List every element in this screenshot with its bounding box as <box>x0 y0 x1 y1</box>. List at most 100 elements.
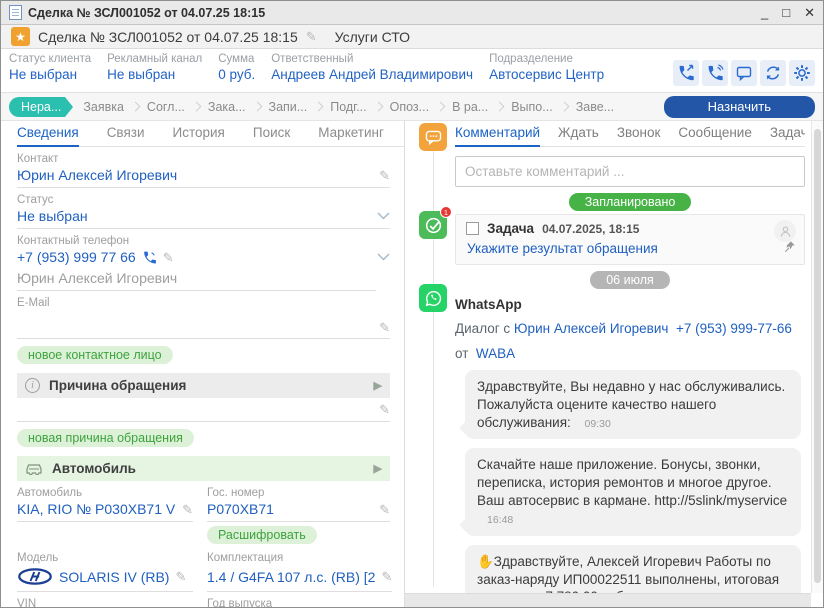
contact-field: Контакт Юрин Алексей Игоревич ✎ <box>17 153 390 188</box>
edit-car-icon[interactable]: ✎ <box>182 503 193 516</box>
task-datetime: 04.07.2025, 18:15 <box>542 222 639 236</box>
dial-phone-icon[interactable] <box>142 250 157 265</box>
amount-value[interactable]: 0 руб. <box>218 67 255 82</box>
info-icon: i <box>25 378 40 393</box>
dialog-phone-link[interactable]: +7 (953) 999-77-66 <box>676 321 792 336</box>
reason-value-row[interactable]: ✎ <box>17 398 390 422</box>
horizontal-scrollbar[interactable] <box>405 593 811 607</box>
dialog-contact-link[interactable]: Юрин Алексей Игоревич <box>514 321 669 336</box>
department-value[interactable]: Автосервис Центр <box>489 67 604 82</box>
stage-item[interactable]: Заве... <box>570 100 620 114</box>
responsible-value[interactable]: Андреев Андрей Владимирович <box>271 67 473 82</box>
close-button[interactable]: ✕ <box>804 6 815 19</box>
stage-item[interactable]: Согл... <box>141 100 191 114</box>
year-field: Год выпуска 2015 ✎ <box>207 598 390 607</box>
maximize-button[interactable]: □ <box>782 6 790 19</box>
new-contact-action[interactable]: новое контактное лицо <box>17 346 173 364</box>
call-forward-button[interactable] <box>673 60 699 86</box>
task-result-link[interactable]: Укажите результат обращения <box>467 241 794 256</box>
tab-message[interactable]: Сообщение <box>678 121 751 147</box>
field-ad-channel: Рекламный канал Не выбран <box>107 53 202 92</box>
vin-field: VIN Z94CB41AAGR299301 ✎ <box>17 598 193 607</box>
stage-separator-icon <box>191 102 201 112</box>
stage-item[interactable]: Выпо... <box>505 100 558 114</box>
call-button[interactable] <box>702 60 728 86</box>
vertical-scrollbar[interactable] <box>811 121 823 593</box>
client-status-value[interactable]: Не выбран <box>9 67 91 82</box>
tab-call[interactable]: Звонок <box>617 121 661 147</box>
tab-history[interactable]: История <box>173 121 225 147</box>
stage-item[interactable]: В ра... <box>446 100 494 114</box>
stage-item[interactable]: Подг... <box>324 100 372 114</box>
trim-link[interactable]: 1.4 / G4FA 107 л.с. (RB) [2 <box>207 569 375 585</box>
whatsapp-dialog: WhatsApp Диалог с Юрин Алексей Игоревич … <box>455 297 805 593</box>
car-link[interactable]: KIA, RIO № P030XB71 VIN Z <box>17 501 176 517</box>
field-department: Подразделение Автосервис Центр <box>489 53 604 92</box>
expand-right-icon[interactable]: ▶ <box>374 462 382 475</box>
dialog-source-link[interactable]: WABA <box>476 346 515 361</box>
date-divider: 06 июля <box>455 271 805 289</box>
message-button[interactable] <box>731 60 757 86</box>
plate-field: Гос. номер P070XB71 ✎ <box>207 487 390 522</box>
deal-header: ★ Сделка № ЗСЛ001052 от 04.07.25 18:15 ✎… <box>1 25 823 49</box>
settings-button[interactable] <box>789 60 815 86</box>
chevron-down-icon[interactable] <box>377 253 390 261</box>
task-card: Задача 04.07.2025, 18:15 Укажите результ… <box>455 214 805 265</box>
chat-icon <box>735 64 753 82</box>
edit-reason-icon[interactable]: ✎ <box>379 403 390 416</box>
reason-section-header[interactable]: i Причина обращения ▶ <box>17 373 390 398</box>
edit-email-icon[interactable]: ✎ <box>379 321 390 334</box>
phone-field: Контактный телефон +7 (953) 999 77 66 ✎ … <box>17 235 390 291</box>
status-value[interactable]: Не выбран <box>17 208 88 224</box>
edit-contact-icon[interactable]: ✎ <box>379 169 390 182</box>
ad-channel-value[interactable]: Не выбран <box>107 67 202 82</box>
hyundai-logo-icon <box>17 567 53 586</box>
decode-plate-action[interactable]: Расшифровать <box>207 526 317 544</box>
tab-comment[interactable]: Комментарий <box>455 121 540 147</box>
car-field: Автомобиль KIA, RIO № P030XB71 VIN Z ✎ <box>17 487 193 522</box>
phone-link[interactable]: +7 (953) 999 77 66 <box>17 249 136 265</box>
tab-details[interactable]: Сведения <box>17 121 79 147</box>
message-time: 09:30 <box>585 418 611 430</box>
edit-phone-icon[interactable]: ✎ <box>163 251 174 264</box>
task-title: Задача <box>487 221 534 236</box>
car-icon <box>25 462 43 475</box>
tab-relations[interactable]: Связи <box>107 121 145 147</box>
tab-marketing[interactable]: Маркетинг <box>318 121 384 147</box>
contact-link[interactable]: Юрин Алексей Игоревич <box>17 167 177 183</box>
edit-plate-icon[interactable]: ✎ <box>379 503 390 516</box>
tab-search[interactable]: Поиск <box>253 121 290 147</box>
assign-button[interactable]: Назначить <box>664 96 815 118</box>
timeline-tabs: Комментарий Ждать Звонок Сообщение Задач… <box>455 121 805 147</box>
person-icon <box>779 225 792 238</box>
comment-event-icon <box>419 123 447 151</box>
message-bubble: Скачайте наше приложение. Бонусы, звонки… <box>465 448 801 535</box>
field-responsible: Ответственный Андреев Андрей Владимирови… <box>271 53 473 92</box>
model-link[interactable]: SOLARIS IV (RB) <box>59 569 169 585</box>
stage-item[interactable]: Опоз... <box>384 100 435 114</box>
scrollbar-thumb[interactable] <box>814 129 821 583</box>
stage-item[interactable]: Запи... <box>263 100 314 114</box>
edit-trim-icon[interactable]: ✎ <box>381 570 392 583</box>
edit-model-icon[interactable]: ✎ <box>175 570 186 583</box>
refresh-button[interactable] <box>760 60 786 86</box>
new-reason-action[interactable]: новая причина обращения <box>17 429 194 447</box>
task-checkbox[interactable] <box>466 222 479 235</box>
edit-title-icon[interactable]: ✎ <box>306 30 317 43</box>
task-event-icon: 1 <box>419 211 447 239</box>
tab-wait[interactable]: Ждать <box>558 121 599 147</box>
comment-input[interactable] <box>455 156 805 187</box>
plate-value[interactable]: P070XB71 <box>207 501 274 517</box>
expand-right-icon[interactable]: ▶ <box>374 379 382 392</box>
minimize-button[interactable]: _ <box>761 6 768 19</box>
tab-task[interactable]: Задача <box>770 121 805 147</box>
deal-title: Сделка № ЗСЛ001052 от 04.07.25 18:15 <box>38 29 298 45</box>
stage-item[interactable]: Зака... <box>202 100 252 114</box>
window-title: Сделка № ЗСЛ001052 от 04.07.25 18:15 <box>28 6 755 20</box>
stage-item[interactable]: Заявка <box>77 100 130 114</box>
stage-item-active[interactable]: Нера... <box>9 97 65 117</box>
car-section-header[interactable]: Автомобиль ▶ <box>17 456 390 481</box>
pin-icon[interactable] <box>783 240 796 258</box>
chevron-down-icon[interactable] <box>377 212 390 220</box>
stage-separator-icon <box>559 102 569 112</box>
